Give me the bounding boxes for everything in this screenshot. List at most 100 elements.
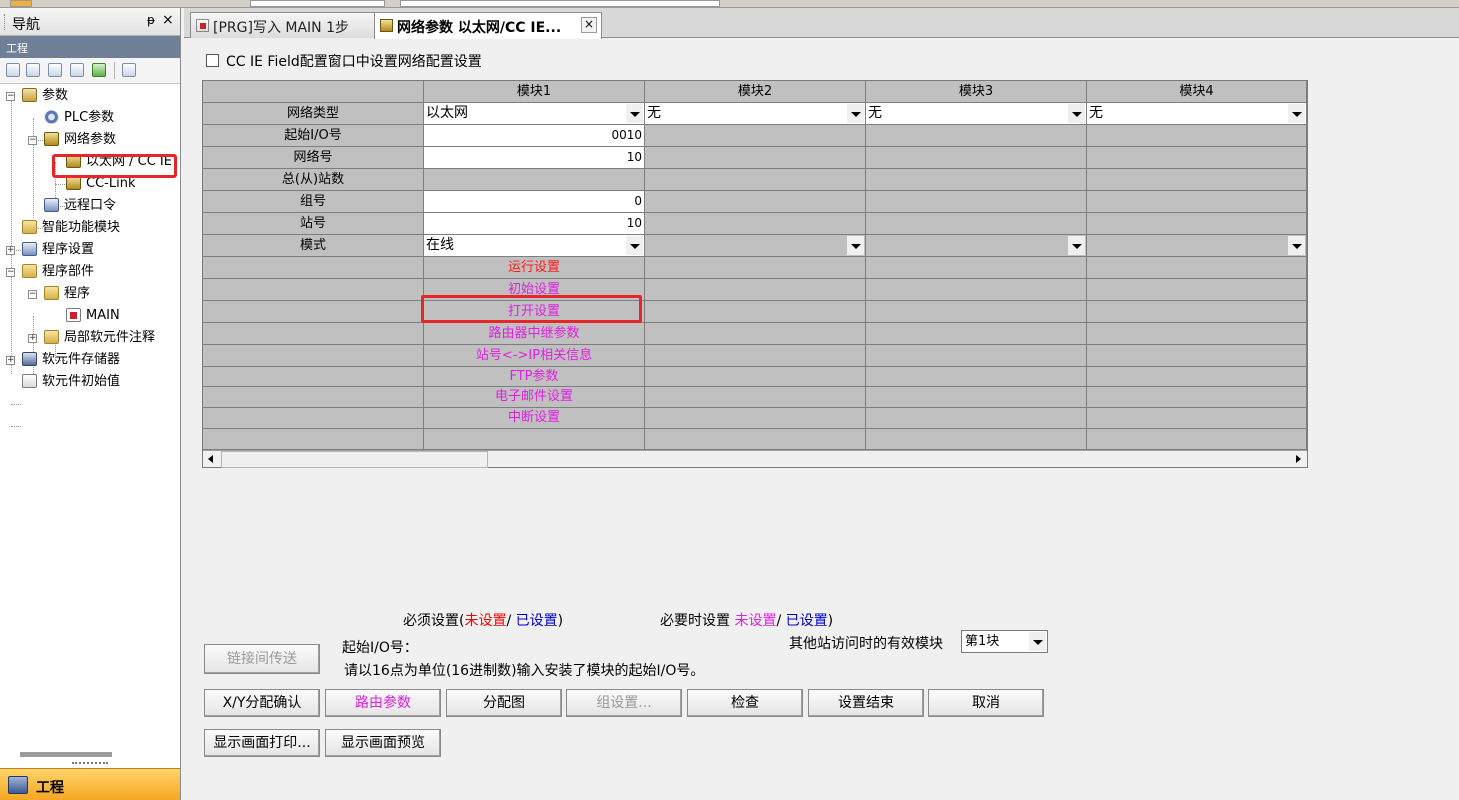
tree-item-parameter[interactable]: 参数 bbox=[22, 86, 68, 106]
disabled-cell bbox=[866, 301, 1087, 323]
group-setting-button[interactable]: 组设置... bbox=[566, 689, 682, 717]
tree-item-program-parts[interactable]: 程序部件 bbox=[22, 262, 94, 282]
collapse-icon[interactable]: − bbox=[28, 290, 37, 299]
link-transfer-button[interactable]: 链接间传送 bbox=[204, 644, 320, 674]
start-io-input-module1[interactable]: 0010 bbox=[424, 125, 645, 147]
expand-icon[interactable]: + bbox=[6, 246, 15, 255]
expand-icon[interactable]: + bbox=[6, 356, 15, 365]
folder-icon bbox=[44, 285, 59, 300]
new-item-icon[interactable] bbox=[6, 63, 20, 77]
refresh-icon[interactable] bbox=[92, 63, 106, 77]
dropdown-arrow-icon[interactable] bbox=[847, 236, 864, 255]
mode-select-module1[interactable]: 在线 bbox=[424, 235, 645, 257]
toolbar-combo-fragment[interactable] bbox=[400, 0, 720, 7]
row-label-blank bbox=[203, 408, 424, 429]
tree-item-local-device-comment[interactable]: 局部软元件注释 bbox=[44, 328, 155, 348]
effective-module-select[interactable]: 第1块 bbox=[961, 630, 1048, 653]
toolbar-separator bbox=[114, 62, 115, 79]
select-value: 以太网 bbox=[426, 105, 468, 121]
nav-project-button[interactable]: 工程 bbox=[0, 768, 180, 800]
project-section-label: 工程 bbox=[6, 42, 28, 55]
mode-select-module3[interactable] bbox=[866, 235, 1087, 257]
legend-unset: 未设置 bbox=[464, 613, 507, 629]
paste-icon[interactable] bbox=[48, 63, 62, 77]
disabled-cell bbox=[866, 169, 1087, 191]
properties-icon[interactable] bbox=[70, 63, 84, 77]
tree-item-network-parameter[interactable]: 网络参数 bbox=[44, 130, 116, 150]
tree-item-remote-password[interactable]: 远程口令 bbox=[44, 196, 116, 216]
print-preview-button[interactable]: 显示画面预览 bbox=[325, 729, 441, 757]
network-type-select-module4[interactable]: 无 bbox=[1087, 103, 1307, 125]
dropdown-arrow-icon[interactable] bbox=[1288, 236, 1305, 255]
tree-item-device-memory[interactable]: 软元件存储器 bbox=[22, 350, 120, 370]
tree-item-label: 软元件初始值 bbox=[42, 374, 121, 389]
nav-splitter-dots[interactable] bbox=[72, 762, 108, 766]
nav-toolbar bbox=[0, 58, 180, 84]
close-icon[interactable]: × bbox=[162, 12, 174, 28]
routing-parameter-button[interactable]: 路由参数 bbox=[325, 689, 441, 717]
ftp-parameter-link[interactable]: FTP参数 bbox=[424, 367, 645, 387]
cc-ie-field-checkbox[interactable] bbox=[206, 54, 219, 67]
dropdown-arrow-icon[interactable] bbox=[626, 104, 643, 123]
dropdown-arrow-icon[interactable] bbox=[626, 236, 643, 255]
dropdown-arrow-icon[interactable] bbox=[1068, 236, 1085, 255]
pin-icon[interactable]: ᵽ bbox=[147, 13, 155, 27]
tree-item-program-setting[interactable]: 程序设置 bbox=[22, 240, 94, 260]
tree-item-intelligent-module[interactable]: 智能功能模块 bbox=[22, 218, 120, 238]
check-button[interactable]: 检查 bbox=[687, 689, 803, 717]
operation-setting-link[interactable]: 运行设置 bbox=[424, 257, 645, 279]
expand-icon[interactable]: + bbox=[28, 334, 37, 343]
router-relay-parameter-link[interactable]: 路由器中继参数 bbox=[424, 323, 645, 345]
tree-item-main[interactable]: MAIN bbox=[66, 306, 120, 326]
disabled-cell bbox=[645, 191, 866, 213]
interrupt-setting-link[interactable]: 中断设置 bbox=[424, 408, 645, 429]
open-setting-link[interactable]: 打开设置 bbox=[424, 301, 645, 323]
tree-line bbox=[11, 96, 12, 374]
legend-text: ) bbox=[827, 613, 834, 629]
collapse-icon[interactable]: − bbox=[28, 136, 37, 145]
close-tab-icon[interactable]: × bbox=[581, 17, 597, 33]
scroll-thumb[interactable] bbox=[221, 451, 488, 468]
dropdown-arrow-icon[interactable] bbox=[1288, 104, 1305, 123]
mode-select-module4[interactable] bbox=[1087, 235, 1307, 257]
tab-network-parameter[interactable]: 网络参数 以太网/CC IE... × bbox=[374, 12, 602, 39]
scroll-right-icon[interactable] bbox=[1290, 451, 1307, 468]
group-no-input-module1[interactable]: 0 bbox=[424, 191, 645, 213]
dropdown-arrow-icon[interactable] bbox=[1029, 632, 1046, 651]
station-ip-info-link[interactable]: 站号<->IP相关信息 bbox=[424, 345, 645, 367]
tab-label: [PRG]写入 MAIN 1步 bbox=[213, 20, 350, 36]
grid-horizontal-scrollbar[interactable] bbox=[203, 450, 1307, 468]
network-no-input-module1[interactable]: 10 bbox=[424, 147, 645, 169]
end-setting-button[interactable]: 设置结束 bbox=[808, 689, 924, 717]
collapse-icon[interactable]: − bbox=[6, 268, 15, 277]
disabled-cell bbox=[1087, 301, 1307, 323]
tab-main-program[interactable]: [PRG]写入 MAIN 1步 bbox=[190, 12, 380, 38]
disabled-cell bbox=[866, 147, 1087, 169]
disabled-cell bbox=[866, 191, 1087, 213]
assignment-image-button[interactable]: 分配图 bbox=[446, 689, 562, 717]
tree-item-device-initial-value[interactable]: 软元件初始值 bbox=[22, 372, 120, 392]
tree-item-plc-parameter[interactable]: PLC参数 bbox=[44, 108, 114, 128]
copy-icon[interactable] bbox=[26, 63, 40, 77]
nav-splitter[interactable] bbox=[20, 752, 112, 757]
drag-grip[interactable] bbox=[4, 14, 6, 30]
options-dropdown-icon[interactable] bbox=[122, 63, 136, 77]
network-type-select-module1[interactable]: 以太网 bbox=[424, 103, 645, 125]
dropdown-arrow-icon[interactable] bbox=[847, 104, 864, 123]
intelligent-module-icon bbox=[22, 219, 37, 234]
folder-icon bbox=[44, 329, 59, 344]
collapse-icon[interactable]: − bbox=[6, 92, 15, 101]
print-window-button[interactable]: 显示画面打印... bbox=[204, 729, 320, 757]
network-type-select-module2[interactable]: 无 bbox=[645, 103, 866, 125]
tree-item-program[interactable]: 程序 bbox=[44, 284, 90, 304]
initial-setting-link[interactable]: 初始设置 bbox=[424, 279, 645, 301]
xy-assignment-confirm-button[interactable]: X/Y分配确认 bbox=[204, 689, 320, 717]
cancel-button[interactable]: 取消 bbox=[928, 689, 1044, 717]
scroll-left-icon[interactable] bbox=[203, 451, 220, 468]
station-no-input-module1[interactable]: 10 bbox=[424, 213, 645, 235]
email-setting-link[interactable]: 电子邮件设置 bbox=[424, 387, 645, 408]
network-type-select-module3[interactable]: 无 bbox=[866, 103, 1087, 125]
column-header-module2: 模块2 bbox=[645, 81, 866, 103]
mode-select-module2[interactable] bbox=[645, 235, 866, 257]
dropdown-arrow-icon[interactable] bbox=[1068, 104, 1085, 123]
